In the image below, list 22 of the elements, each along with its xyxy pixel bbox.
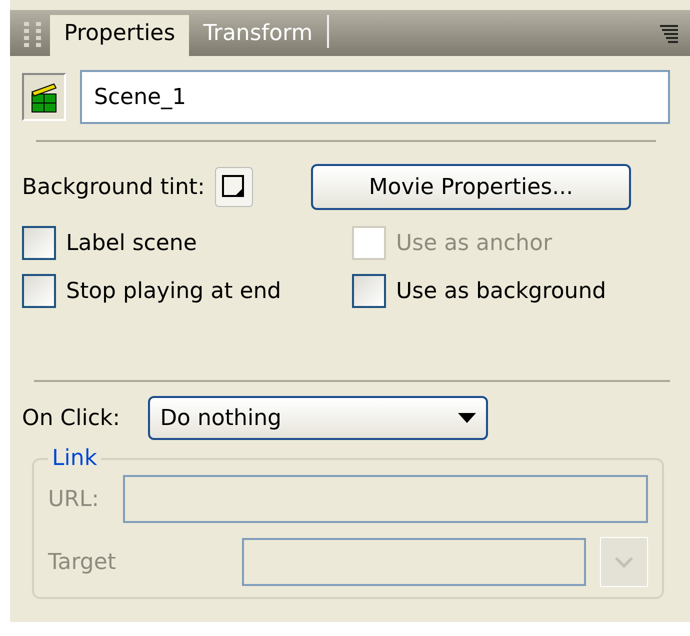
url-label: URL: — [48, 486, 100, 512]
grip-icon — [22, 20, 44, 50]
color-swatch-button[interactable] — [214, 167, 253, 207]
checkbox-label: Stop playing at end — [66, 278, 282, 304]
checkbox[interactable] — [22, 226, 56, 260]
background-tint-label: Background tint: — [22, 174, 205, 200]
dropdown-arrow-icon — [458, 413, 476, 423]
movie-properties-button[interactable]: Movie Properties... — [310, 164, 631, 210]
checkbox[interactable] — [352, 274, 386, 308]
checkbox-label: Use as background — [396, 278, 606, 304]
link-legend: Link — [48, 446, 102, 471]
menu-icon[interactable] — [658, 24, 680, 46]
checkbox-label: Use as anchor — [396, 230, 552, 256]
clapperboard-icon[interactable] — [22, 73, 66, 121]
checkbox[interactable] — [22, 274, 56, 308]
on-click-dropdown[interactable]: Do nothing — [148, 396, 488, 440]
target-label: Target — [48, 550, 118, 574]
tint-swatch-icon — [220, 174, 247, 200]
checkbox-label: Label scene — [66, 230, 197, 256]
scene-name-field[interactable]: Scene_1 — [80, 70, 670, 124]
tab[interactable]: Properties — [50, 15, 190, 56]
on-click-label: On Click: — [22, 406, 120, 430]
